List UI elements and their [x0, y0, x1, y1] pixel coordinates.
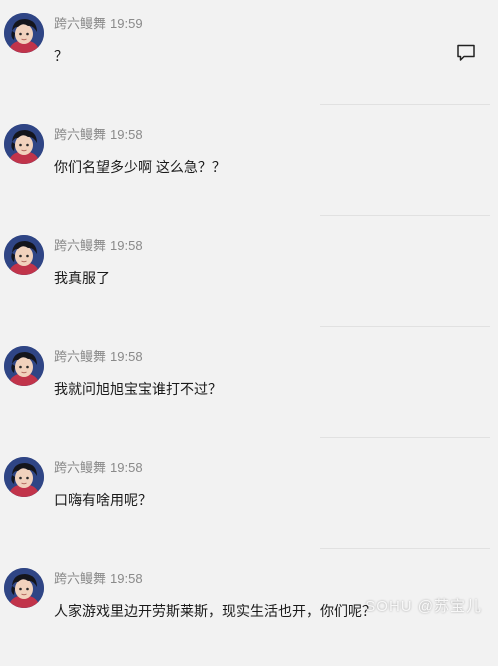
avatar[interactable]: [4, 346, 44, 386]
message-text: 你们名望多少啊 这么急？？: [54, 159, 226, 175]
message-meta: 跨六鳗舞 19:58: [54, 570, 143, 588]
author-name[interactable]: 跨六鳗舞: [54, 460, 106, 475]
avatar[interactable]: [4, 457, 44, 497]
message-meta: 跨六鳗舞 19:58: [54, 237, 143, 255]
author-name[interactable]: 跨六鳗舞: [54, 349, 106, 364]
divider: [320, 104, 490, 105]
divider: [320, 326, 490, 327]
avatar-image: [4, 13, 44, 53]
message-text: 口嗨有啥用呢？: [54, 492, 152, 508]
message-meta: 跨六鳗舞 19:58: [54, 459, 143, 477]
message-text: 人家游戏里边开劳斯莱斯，现实生活也开，你们呢？: [54, 603, 376, 619]
reply-button[interactable]: [455, 42, 477, 64]
message-item: 跨六鳗舞 19:58 口嗨有啥用呢？: [0, 444, 498, 555]
avatar[interactable]: [4, 13, 44, 53]
watermark: SOHU @苏宝儿: [365, 598, 482, 615]
message-meta: 跨六鳗舞 19:58: [54, 126, 143, 144]
author-name[interactable]: 跨六鳗舞: [54, 16, 106, 31]
avatar-image: [4, 568, 44, 608]
timestamp: 19:58: [110, 349, 143, 364]
timestamp: 19:58: [110, 460, 143, 475]
message-text: 我真服了: [54, 270, 110, 286]
author-name[interactable]: 跨六鳗舞: [54, 238, 106, 253]
divider: [320, 437, 490, 438]
divider: [320, 215, 490, 216]
avatar-image: [4, 235, 44, 275]
timestamp: 19:59: [110, 16, 143, 31]
author-name[interactable]: 跨六鳗舞: [54, 571, 106, 586]
avatar-image: [4, 124, 44, 164]
author-name[interactable]: 跨六鳗舞: [54, 127, 106, 142]
message-item: 跨六鳗舞 19:58 你们名望多少啊 这么急？？: [0, 111, 498, 222]
message-item: 跨六鳗舞 19:59 ？: [0, 0, 498, 111]
timestamp: 19:58: [110, 238, 143, 253]
message-text: 我就问旭旭宝宝谁打不过？: [54, 381, 222, 397]
avatar-image: [4, 346, 44, 386]
message-meta: 跨六鳗舞 19:58: [54, 348, 143, 366]
message-item: 跨六鳗舞 19:58 我就问旭旭宝宝谁打不过？: [0, 333, 498, 444]
message-meta: 跨六鳗舞 19:59: [54, 15, 143, 33]
divider: [320, 548, 490, 549]
avatar[interactable]: [4, 235, 44, 275]
comment-icon: [457, 44, 475, 61]
avatar[interactable]: [4, 568, 44, 608]
avatar-image: [4, 457, 44, 497]
message-text: ？: [54, 48, 68, 64]
comment-feed: 跨六鳗舞 19:59 ？ 跨六鳗舞 19:58 你们名望多少啊 这么急？？ 跨六…: [0, 0, 498, 636]
avatar[interactable]: [4, 124, 44, 164]
message-item: 跨六鳗舞 19:58 我真服了: [0, 222, 498, 333]
timestamp: 19:58: [110, 127, 143, 142]
timestamp: 19:58: [110, 571, 143, 586]
